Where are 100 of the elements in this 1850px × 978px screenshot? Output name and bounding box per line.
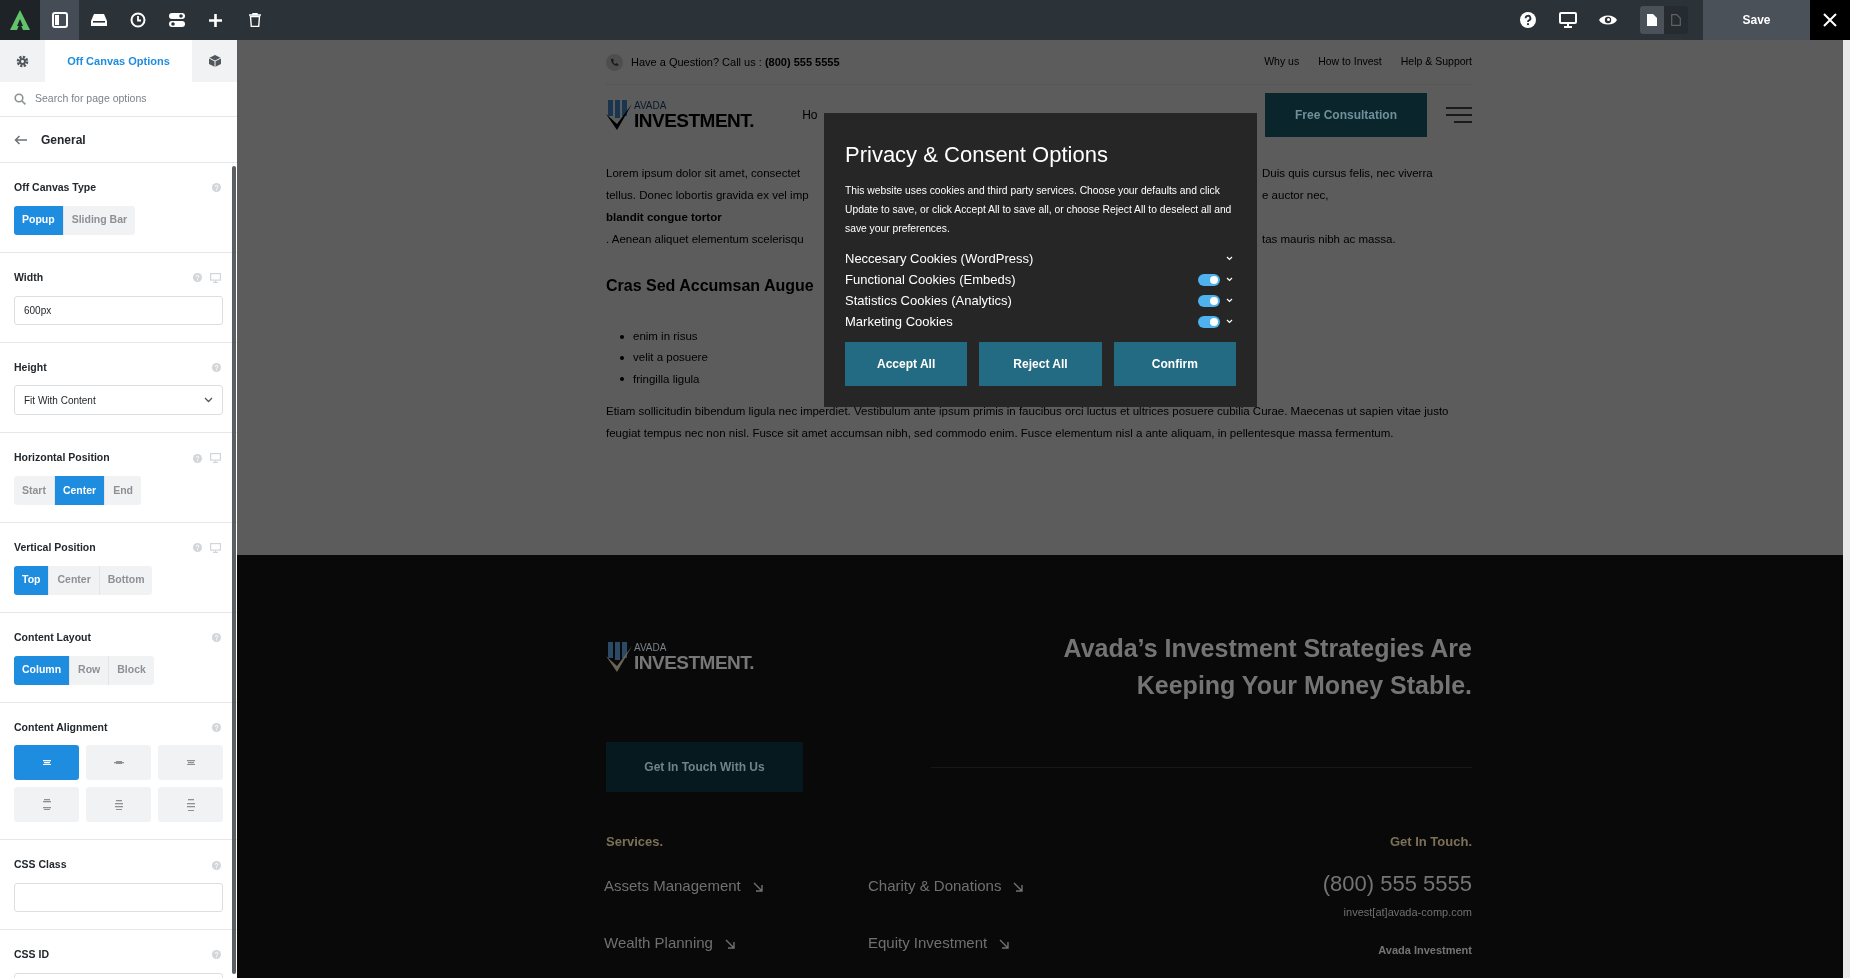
logo-icon [606,642,632,672]
help-icon [193,543,202,553]
help-icon [212,860,221,870]
select-field[interactable]: Fit With Content [14,385,223,416]
arrow-down-right-icon [1013,881,1024,892]
toggle-switch[interactable] [1198,294,1220,307]
monitor-icon [210,272,221,283]
align-icon [186,760,195,766]
dialog-title: Privacy & Consent Options [845,141,1109,169]
paragraph-text: tas mauris nibh ac massa. [1262,232,1396,248]
help-icon [212,362,221,372]
arrow-down-right-icon [724,938,735,949]
option-button[interactable]: Start [14,476,55,505]
option-button[interactable]: Center [49,565,100,595]
save-button[interactable]: Save [1703,0,1810,40]
option-button[interactable]: Sliding Bar [63,205,136,235]
logo-small-text: AVADA [634,100,668,111]
section-heading: Cras Sed Accumsan Augue [606,276,815,296]
text-field[interactable]: 600px [14,295,223,325]
top-link[interactable]: How to Invest [1318,54,1382,70]
monitor-icon [210,453,221,464]
alignment-button[interactable] [14,745,79,781]
email-link[interactable]: invest[at]avada-comp.com [1343,903,1472,920]
option-button[interactable]: Center [54,476,106,505]
top-link[interactable]: Help & Support [1400,54,1472,70]
option-label: CSS ID [14,947,49,962]
toolbar-button[interactable] [40,0,79,40]
menu-icon[interactable] [1446,106,1472,123]
service-link[interactable]: Equity Investment [868,928,1132,959]
option-label: Vertical Position [14,540,96,555]
page-icon [1671,14,1681,26]
top-link[interactable]: Why us [1264,54,1300,70]
toggle-switch[interactable] [1198,315,1220,328]
logo-text: INVESTMENT. [634,653,755,672]
service-link[interactable]: Charity & Donations [868,871,1132,902]
align-icon [42,760,51,766]
trash-icon [248,13,261,27]
close-button[interactable] [1810,0,1850,40]
nav-link[interactable]: Ho [802,105,818,124]
option-button[interactable]: Column [14,655,71,685]
help-icon [1520,12,1536,28]
logo-icon [606,99,632,130]
phone-icon [606,53,623,71]
consent-button[interactable]: Confirm [1113,342,1236,386]
footer-phone: (800) 555 5555 [1322,869,1472,898]
align-icon [186,798,195,811]
option-button[interactable]: Block [109,655,154,685]
close-icon [1823,13,1837,27]
option-button[interactable]: Popup [14,205,64,235]
paragraph-text: e auctor nec, [1262,188,1329,204]
footer-title: Services. [606,833,664,851]
panel-tab[interactable] [0,40,45,82]
paragraph-text: Etiam sollicitudin bibendum ligula nec imperdiet. Vestibulum ante ipsum primis in faucibus orci luctus et ultrices posuere cubilia Curae. Maecenas ut sapien vitae justo feugiat tempus nec non nisl. Fusce sit amet accumsan nibh, sed commodo enim. Fusce elementum nisl a ante aliquam, in pellentesque massa fermentum. [606,403,1450,441]
help-icon [193,273,202,283]
chevron-down-icon[interactable] [1226,277,1233,282]
clock-icon [129,12,146,28]
logo-icon[interactable] [0,0,40,40]
chevron-down-icon [204,397,213,404]
bullet-icon [620,377,624,382]
paragraph-text: Lorem ipsum dolor sit amet, consectet [606,166,802,182]
panel-icon [51,12,68,28]
paragraph-text: Duis quis cursus felis, nec viverra [1262,166,1433,182]
cookie-category: Functional Cookies (Embeds) [845,270,1017,289]
back-arrow-icon[interactable] [14,134,27,145]
option-button[interactable]: Row [70,655,110,685]
align-icon [42,799,51,811]
option-button[interactable]: Top [14,565,50,595]
option-label: Content Alignment [14,719,108,735]
search-field[interactable]: Search for page options [35,91,223,107]
consent-button[interactable]: Accept All [845,342,968,386]
bullet-icon [620,355,624,360]
desktop-icon [1559,12,1577,28]
service-link[interactable]: Wealth Planning [604,928,868,959]
chevron-down-icon[interactable] [1226,256,1233,261]
option-label: Height [14,359,47,375]
page-view-button[interactable] [1640,6,1664,34]
chevron-down-icon[interactable] [1226,298,1233,303]
toggle-switch[interactable] [1198,273,1220,286]
consultation-button[interactable]: Free Consultation [1265,92,1427,137]
logo-small-text: AVADA [634,643,668,653]
list-item: velit a posuere [633,350,708,366]
option-button[interactable]: End [105,476,142,505]
option-button[interactable]: Bottom [99,565,153,595]
tray-icon [90,13,107,27]
plus-icon [209,13,222,27]
panel-tab[interactable] [192,40,237,82]
footer-heading: Avada’s Investment Strategies Are Keeping Your Money Stable. [1062,633,1472,701]
eye-icon [1599,14,1617,26]
chevron-down-icon[interactable] [1226,319,1233,324]
monitor-icon [210,542,221,553]
paragraph-text: . Aenean aliquet elementum scelerisqu [606,232,805,248]
bullet-icon [620,334,624,339]
contact-button[interactable]: Get In Touch With Us [606,742,803,792]
consent-button[interactable]: Reject All [979,342,1102,386]
text-field[interactable] [14,883,223,912]
option-label: Off Canvas Type [14,180,97,195]
service-link[interactable]: Assets Management [604,871,868,902]
toggles-icon [168,12,185,28]
arrow-down-right-icon [752,881,763,892]
help-icon [193,453,202,463]
